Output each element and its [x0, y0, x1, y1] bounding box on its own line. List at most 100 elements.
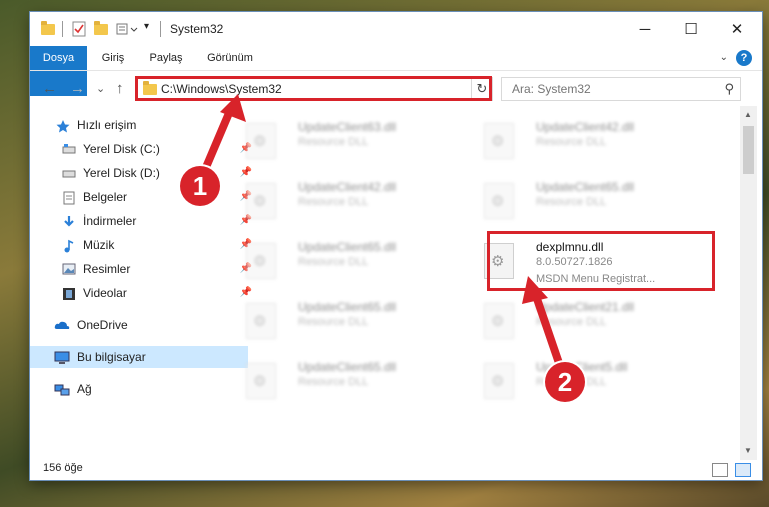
- sidebar-item-quick-access[interactable]: Hızlı erişim: [30, 114, 250, 136]
- step-2-badge: 2: [545, 362, 585, 402]
- divider: [160, 21, 161, 37]
- sidebar-item-label: Belgeler: [83, 190, 128, 204]
- sidebar-item-label: OneDrive: [77, 318, 128, 332]
- status-bar: 156 öğe: [30, 460, 762, 480]
- music-icon: [62, 239, 76, 253]
- sidebar-item-label: Yerel Disk (C:): [83, 142, 160, 156]
- file-type: Resource DLL: [536, 136, 607, 148]
- up-button[interactable]: ↑: [116, 80, 124, 97]
- sidebar-item-videos[interactable]: Videolar 📌: [30, 282, 256, 304]
- title-bar: ▾ System32 ─ ☐ ✕: [30, 12, 762, 46]
- dll-file-icon: [484, 183, 514, 219]
- dll-file-icon: [484, 303, 514, 339]
- tab-share[interactable]: Paylaş: [140, 46, 192, 70]
- help-icon[interactable]: ?: [736, 50, 752, 66]
- folder-icon: [41, 21, 55, 35]
- navigation-bar: ← → ⌄ ↑ C:\Windows\System32 ⌄ ↻ ⚲: [30, 70, 762, 107]
- sidebar-item-local-disk-c[interactable]: Yerel Disk (C:) 📌: [30, 138, 256, 160]
- divider: [62, 21, 63, 37]
- customize-toolbar-icon[interactable]: [116, 21, 142, 37]
- dll-file-icon: [484, 363, 514, 399]
- sidebar-item-label: İndirmeler: [83, 214, 137, 228]
- network-icon: [54, 383, 70, 396]
- address-highlight-box: [135, 76, 492, 101]
- list-item[interactable]: UpdateClient65.dll Resource DLL: [226, 294, 456, 344]
- sidebar-item-label: Resimler: [83, 262, 131, 276]
- sidebar-item-local-disk-d[interactable]: Yerel Disk (D:) 📌: [30, 162, 256, 184]
- item-count: 156 öğe: [43, 462, 83, 474]
- list-item[interactable]: UpdateClient42.dll Resource DLL: [226, 174, 456, 224]
- download-icon: [62, 215, 76, 227]
- list-item[interactable]: UpdateClient65.dll Resource DLL: [226, 234, 456, 284]
- file-name: UpdateClient21.dll: [536, 300, 635, 314]
- tab-view[interactable]: Görünüm: [198, 46, 262, 70]
- list-item[interactable]: UpdateClient65.dll Resource DLL: [464, 174, 694, 224]
- search-input[interactable]: [510, 81, 714, 97]
- step-1-badge: 1: [180, 166, 220, 206]
- sidebar-item-onedrive[interactable]: OneDrive: [30, 314, 248, 336]
- sidebar-item-label: Videolar: [83, 286, 127, 300]
- dll-file-icon: [246, 183, 276, 219]
- dll-file-icon: [246, 243, 276, 279]
- file-type: Resource DLL: [298, 196, 369, 208]
- dll-file-icon: [246, 363, 276, 399]
- sidebar-item-this-pc[interactable]: Bu bilgisayar: [30, 346, 248, 368]
- documents-icon: [62, 191, 76, 205]
- file-name: UpdateClient65.dll: [536, 180, 635, 194]
- ribbon-tabs: Dosya Giriş Paylaş Görünüm ⌄ ?: [30, 46, 762, 96]
- sidebar-item-label: Bu bilgisayar: [77, 350, 146, 364]
- explorer-window: ▾ System32 ─ ☐ ✕ Dosya Giriş Paylaş Görü…: [30, 12, 762, 480]
- sidebar-item-pictures[interactable]: Resimler 📌: [30, 258, 256, 280]
- window-title: System32: [170, 22, 224, 36]
- computer-icon: [54, 351, 70, 364]
- file-type: Resource DLL: [536, 196, 607, 208]
- cloud-icon: [54, 319, 70, 331]
- tab-home[interactable]: Giriş: [88, 46, 138, 70]
- new-folder-icon[interactable]: [94, 21, 108, 35]
- file-type: Resource DLL: [298, 136, 369, 148]
- sidebar-item-music[interactable]: Müzik 📌: [30, 234, 256, 256]
- sidebar-item-documents[interactable]: Belgeler 📌: [30, 186, 256, 208]
- recent-locations-button[interactable]: ⌄: [96, 82, 105, 95]
- list-item[interactable]: UpdateClient63.dll Resource DLL: [226, 114, 456, 164]
- minimize-button[interactable]: ─: [622, 12, 668, 46]
- close-button[interactable]: ✕: [714, 12, 760, 46]
- file-type: Resource DLL: [536, 316, 607, 328]
- file-name: UpdateClient65.dll: [298, 240, 397, 254]
- quick-access-dropdown-icon[interactable]: ▾: [144, 21, 154, 37]
- scroll-up-icon[interactable]: ▲: [744, 110, 752, 119]
- file-name: UpdateClient63.dll: [298, 120, 397, 134]
- list-item[interactable]: UpdateClient65.dll Resource DLL: [226, 354, 456, 404]
- scrollbar-thumb[interactable]: [743, 126, 754, 174]
- scroll-down-icon[interactable]: ▼: [744, 446, 752, 455]
- vertical-scrollbar[interactable]: ▲ ▼: [740, 106, 757, 460]
- dll-file-icon: [484, 123, 514, 159]
- video-icon: [62, 287, 76, 300]
- list-item[interactable]: UpdateClient21.dll Resource DLL: [464, 294, 694, 344]
- dll-file-icon: [246, 303, 276, 339]
- properties-icon[interactable]: [72, 21, 86, 37]
- forward-button[interactable]: →: [70, 80, 85, 97]
- dll-file-icon: [246, 123, 276, 159]
- drive-icon: [62, 167, 76, 179]
- file-name: UpdateClient65.dll: [298, 360, 397, 374]
- sidebar-item-label: Ağ: [77, 382, 92, 396]
- search-icon[interactable]: ⚲: [724, 81, 734, 97]
- file-type: Resource DLL: [298, 376, 369, 388]
- sidebar-item-label: Hızlı erişim: [77, 118, 137, 132]
- file-name: UpdateClient42.dll: [536, 120, 635, 134]
- pictures-icon: [62, 263, 76, 275]
- file-highlight-box: [487, 231, 715, 291]
- star-icon: [56, 119, 70, 133]
- search-box[interactable]: ⚲: [501, 77, 741, 101]
- sidebar-item-network[interactable]: Ağ: [30, 378, 248, 400]
- maximize-button[interactable]: ☐: [668, 12, 714, 46]
- file-type: Resource DLL: [298, 316, 369, 328]
- list-item[interactable]: UpdateClient42.dll Resource DLL: [464, 114, 694, 164]
- details-view-icon[interactable]: [712, 463, 728, 477]
- back-button[interactable]: ←: [42, 80, 57, 97]
- large-icons-view-icon[interactable]: [735, 463, 751, 477]
- file-name: UpdateClient42.dll: [298, 180, 397, 194]
- sidebar-item-downloads[interactable]: İndirmeler 📌: [30, 210, 256, 232]
- chevron-down-icon[interactable]: ⌄: [720, 52, 728, 63]
